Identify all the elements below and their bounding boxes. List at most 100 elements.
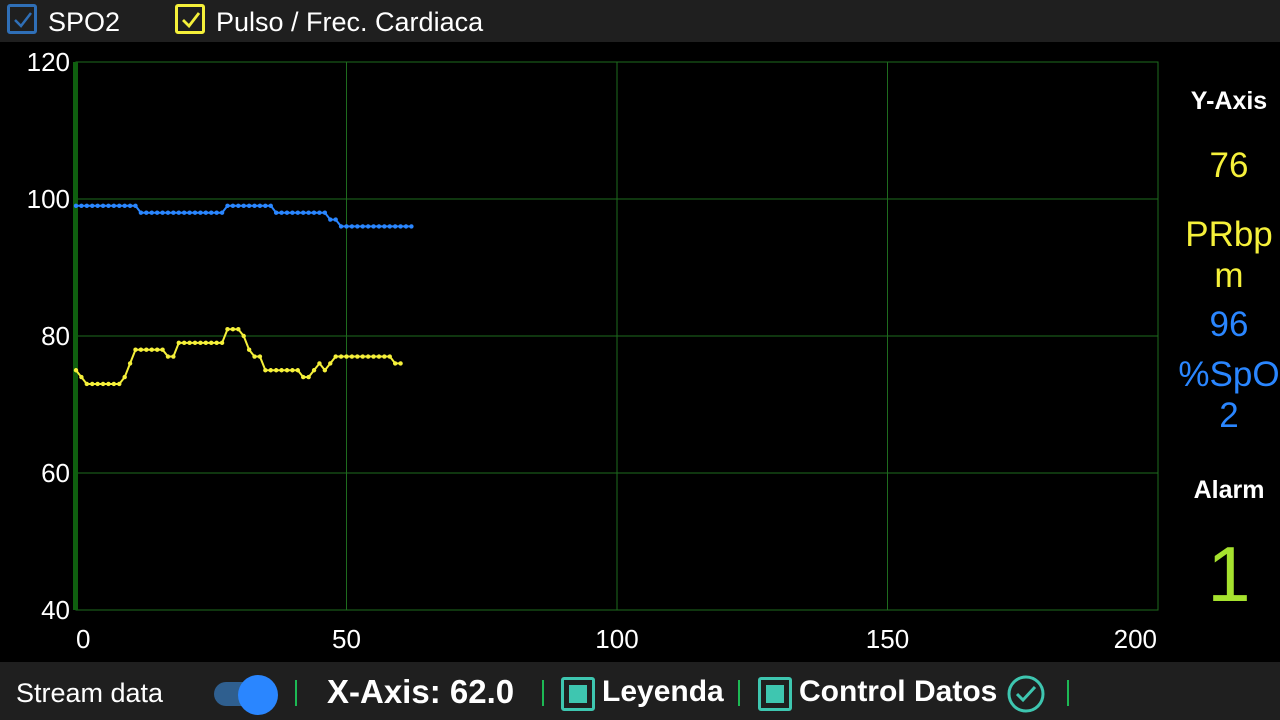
data-point xyxy=(333,217,338,222)
data-point xyxy=(376,224,382,229)
data-point xyxy=(295,368,301,373)
data-point xyxy=(225,203,230,209)
series-line xyxy=(76,204,412,228)
data-point xyxy=(322,368,328,373)
data-point xyxy=(95,381,100,387)
data-point xyxy=(127,361,133,366)
separator xyxy=(1067,680,1069,706)
data-point xyxy=(273,368,279,373)
data-point xyxy=(171,354,176,359)
data-point xyxy=(333,354,338,359)
data-point xyxy=(203,210,209,215)
data-point xyxy=(90,381,95,387)
data-point xyxy=(133,347,138,352)
line-chart: 0 50 100 150 200 120 100 80 60 40 xyxy=(27,47,1159,654)
bottom-control-bar: Stream data X-Axis: 62.0 Leyenda Control… xyxy=(0,662,1280,720)
data-point xyxy=(355,224,360,229)
legend-checkbox[interactable] xyxy=(561,677,595,711)
data-point xyxy=(290,368,295,373)
data-point xyxy=(252,203,257,209)
data-point xyxy=(219,210,225,215)
y-tick-label: 100 xyxy=(27,184,70,214)
data-point xyxy=(398,361,403,366)
spo2-unit-line2: 2 xyxy=(1219,396,1239,435)
data-point xyxy=(225,326,230,332)
toggle-knob xyxy=(238,675,278,715)
chart-area[interactable]: 0 50 100 150 200 120 100 80 60 40 xyxy=(0,42,1178,662)
data-point xyxy=(111,203,117,209)
data-point xyxy=(306,210,311,215)
data-point xyxy=(100,381,106,387)
check-icon xyxy=(14,12,32,28)
data-point xyxy=(392,224,398,229)
stream-data-toggle[interactable] xyxy=(214,675,280,715)
spo2-unit-line1: %SpO xyxy=(1178,355,1280,394)
data-point xyxy=(176,210,181,215)
y-axis-label: Y-Axis xyxy=(1190,87,1268,115)
x-axis-readout: X-Axis: 62.0 xyxy=(327,673,515,710)
data-point xyxy=(95,203,100,209)
spo2-checkbox[interactable] xyxy=(7,4,37,34)
data-point xyxy=(236,203,241,209)
data-point xyxy=(349,224,355,229)
data-point xyxy=(149,347,154,352)
data-point xyxy=(209,340,214,346)
data-point xyxy=(382,224,387,229)
data-point xyxy=(241,333,246,339)
separator xyxy=(295,680,297,706)
data-point xyxy=(338,354,344,359)
data-point xyxy=(349,354,355,359)
data-point xyxy=(122,374,127,380)
data-point xyxy=(365,354,371,359)
data-point xyxy=(84,203,90,209)
x-tick-label: 100 xyxy=(595,624,638,654)
data-point xyxy=(160,210,165,215)
data-point xyxy=(290,210,295,215)
data-point xyxy=(355,354,360,359)
data-point xyxy=(306,374,311,380)
series-toggle-bar: SPO2 Pulso / Frec. Cardiaca xyxy=(0,0,1280,42)
data-point xyxy=(301,210,306,215)
data-point xyxy=(73,203,79,209)
data-point xyxy=(73,368,79,373)
data-point xyxy=(241,203,246,209)
data-point xyxy=(171,210,176,215)
check-icon xyxy=(182,12,201,29)
x-tick-label: 0 xyxy=(76,624,90,654)
data-point xyxy=(284,210,290,215)
spo2-value: 96 xyxy=(1209,305,1249,344)
data-point xyxy=(344,354,349,359)
pulse-rate-unit-line1: PRbp xyxy=(1185,215,1273,254)
data-point xyxy=(117,381,122,387)
y-axis-rail xyxy=(73,62,78,610)
check-circle-icon[interactable] xyxy=(1006,674,1046,714)
data-point xyxy=(122,203,127,209)
data-point xyxy=(192,210,198,215)
data-point xyxy=(192,340,198,346)
separator xyxy=(542,680,544,706)
y-tick-label: 80 xyxy=(41,321,70,351)
data-point xyxy=(79,203,84,209)
pulse-checkbox[interactable] xyxy=(175,4,205,34)
data-point xyxy=(246,347,252,352)
data-point xyxy=(138,210,144,215)
data-point xyxy=(246,203,252,209)
data-point xyxy=(387,354,392,359)
data-point xyxy=(317,210,322,215)
data-point xyxy=(100,203,106,209)
data-point xyxy=(144,347,149,352)
legend-label: Leyenda xyxy=(602,675,724,708)
data-control-checkbox[interactable] xyxy=(758,677,792,711)
data-point xyxy=(268,203,273,209)
data-point xyxy=(187,210,192,215)
data-point xyxy=(127,203,133,209)
pulse-rate-value: 76 xyxy=(1209,146,1249,185)
data-point xyxy=(322,210,328,215)
data-point xyxy=(360,354,365,359)
data-point xyxy=(149,210,154,215)
y-tick-label: 60 xyxy=(41,458,70,488)
data-point xyxy=(392,361,398,366)
data-point xyxy=(187,340,192,346)
data-point xyxy=(79,374,84,380)
data-point xyxy=(111,381,117,387)
